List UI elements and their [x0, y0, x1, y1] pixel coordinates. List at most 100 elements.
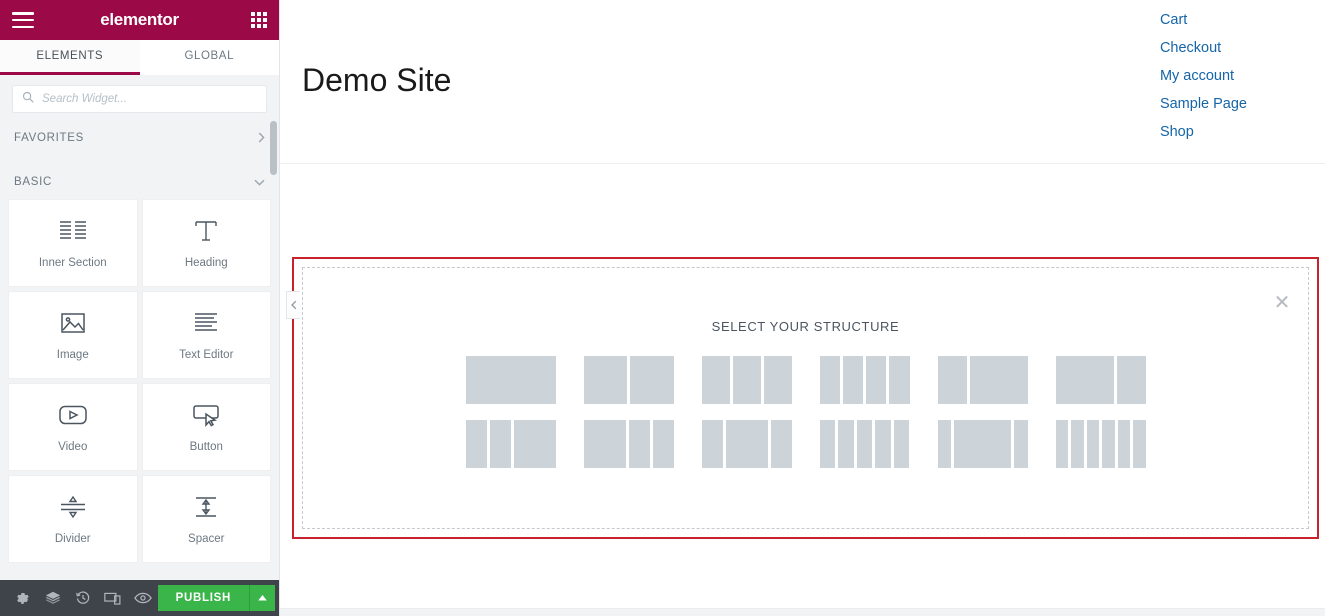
widget-label: Inner Section [38, 257, 107, 269]
preset-column [1055, 420, 1068, 468]
widget-text-editor[interactable]: Text Editor [141, 291, 271, 379]
spacer-icon [191, 493, 221, 521]
add-new-section-area[interactable]: ✕ SELECT YOUR STRUCTURE [286, 257, 1319, 539]
tab-elements[interactable]: ELEMENTS [0, 40, 140, 75]
nav-link-my-account[interactable]: My account [1160, 62, 1247, 90]
preset-column [489, 420, 511, 468]
select-structure-title: SELECT YOUR STRUCTURE [711, 319, 900, 334]
site-navigation: Cart Checkout My account Sample Page Sho… [1160, 6, 1247, 146]
preset-column [1071, 420, 1084, 468]
structure-presets [303, 356, 1308, 468]
preset-left-third-right-twothirds[interactable] [937, 356, 1028, 404]
widget-heading[interactable]: Heading [141, 199, 271, 287]
widget-divider[interactable]: Divider [8, 475, 138, 563]
widget-inner-section[interactable]: Inner Section [8, 199, 138, 287]
preset-column [628, 420, 650, 468]
heading-t-icon [193, 217, 219, 245]
site-title: Demo Site [302, 62, 452, 98]
panel-footer-toolbar: PUBLISH [0, 580, 279, 616]
preset-column [969, 356, 1028, 404]
preset-column [819, 420, 836, 468]
widget-label: Divider [54, 533, 91, 545]
preset-column [770, 420, 792, 468]
nav-link-cart[interactable]: Cart [1160, 6, 1247, 34]
preset-column [630, 356, 674, 404]
add-section-dashed-box: ✕ SELECT YOUR STRUCTURE [302, 267, 1309, 529]
widget-label: Spacer [188, 533, 225, 545]
category-favorites-label: FAVORITES [14, 132, 84, 144]
widget-spacer[interactable]: Spacer [141, 475, 271, 563]
preset-column [763, 356, 792, 404]
panel-scrollbar[interactable] [270, 121, 277, 580]
preset-column [583, 356, 627, 404]
nav-link-checkout[interactable]: Checkout [1160, 34, 1247, 62]
preset-half-quarter-quarter[interactable] [583, 420, 674, 468]
hamburger-menu-icon[interactable] [12, 12, 34, 28]
preset-column [1086, 420, 1099, 468]
responsive-mode-icon[interactable] [98, 580, 128, 616]
preview-canvas: Demo Site Cart Checkout My account Sampl… [280, 0, 1325, 616]
text-editor-icon [192, 309, 220, 337]
preset-column [701, 356, 730, 404]
nav-link-sample-page[interactable]: Sample Page [1160, 90, 1247, 118]
preset-narrow-wide-narrow[interactable] [937, 420, 1028, 468]
tab-global[interactable]: GLOBAL [139, 40, 279, 75]
app-grid-icon[interactable] [251, 12, 267, 28]
chevron-right-icon [258, 132, 265, 145]
preset-column [725, 420, 768, 468]
preset-column [465, 420, 487, 468]
preset-column [1133, 420, 1146, 468]
panel-tabs: ELEMENTS GLOBAL [0, 40, 279, 75]
category-favorites[interactable]: FAVORITES [0, 121, 279, 155]
widget-button[interactable]: Button [141, 383, 271, 471]
preset-quarter-quarter-half[interactable] [465, 420, 556, 468]
widget-label: Image [56, 349, 89, 361]
canvas-bottom-strip [280, 608, 1325, 616]
preset-quarter-half-quarter[interactable] [701, 420, 792, 468]
panel-header: elementor [0, 0, 279, 40]
widget-video[interactable]: Video [8, 383, 138, 471]
close-x-icon[interactable]: ✕ [1272, 293, 1292, 314]
widget-label: Video [58, 441, 88, 453]
panel-scrollbar-thumb[interactable] [270, 121, 277, 175]
preset-column [937, 356, 967, 404]
divider-icon [58, 493, 88, 521]
preset-two-columns[interactable] [583, 356, 674, 404]
category-divider [0, 155, 279, 165]
nav-link-shop[interactable]: Shop [1160, 118, 1247, 146]
video-play-icon [58, 401, 88, 429]
preset-three-columns[interactable] [701, 356, 792, 404]
preset-column [1014, 420, 1028, 468]
preset-column [937, 420, 951, 468]
preset-five-columns[interactable] [819, 420, 910, 468]
widget-image[interactable]: Image [8, 291, 138, 379]
preset-left-twothirds-right-third[interactable] [1055, 356, 1146, 404]
publish-options-arrow[interactable] [249, 585, 275, 611]
chevron-left-icon[interactable] [286, 291, 300, 319]
history-clock-icon[interactable] [68, 580, 98, 616]
preset-six-columns[interactable] [1055, 420, 1146, 468]
search-input[interactable] [42, 93, 257, 105]
preset-column [1117, 420, 1130, 468]
preset-column [875, 420, 891, 468]
preset-four-columns[interactable] [819, 356, 910, 404]
category-basic[interactable]: BASIC [0, 165, 279, 199]
preset-column [465, 356, 556, 404]
structure-preset-row [465, 356, 1146, 404]
category-basic-label: BASIC [14, 176, 53, 188]
site-header: Demo Site Cart Checkout My account Sampl… [280, 0, 1325, 164]
preset-column [732, 356, 761, 404]
search-icon [22, 90, 34, 108]
publish-button[interactable]: PUBLISH [157, 585, 249, 611]
elementor-logo: elementor [100, 10, 179, 29]
navigator-layers-icon[interactable] [38, 580, 68, 616]
preset-column [842, 356, 863, 404]
image-icon [60, 309, 86, 337]
preset-one-column[interactable] [465, 356, 556, 404]
settings-gear-icon[interactable] [8, 580, 38, 616]
preview-eye-icon[interactable] [128, 580, 158, 616]
preset-column [701, 420, 723, 468]
search-widget-box[interactable] [12, 85, 267, 113]
publish-group: PUBLISH [157, 585, 275, 611]
preset-column [1055, 356, 1114, 404]
